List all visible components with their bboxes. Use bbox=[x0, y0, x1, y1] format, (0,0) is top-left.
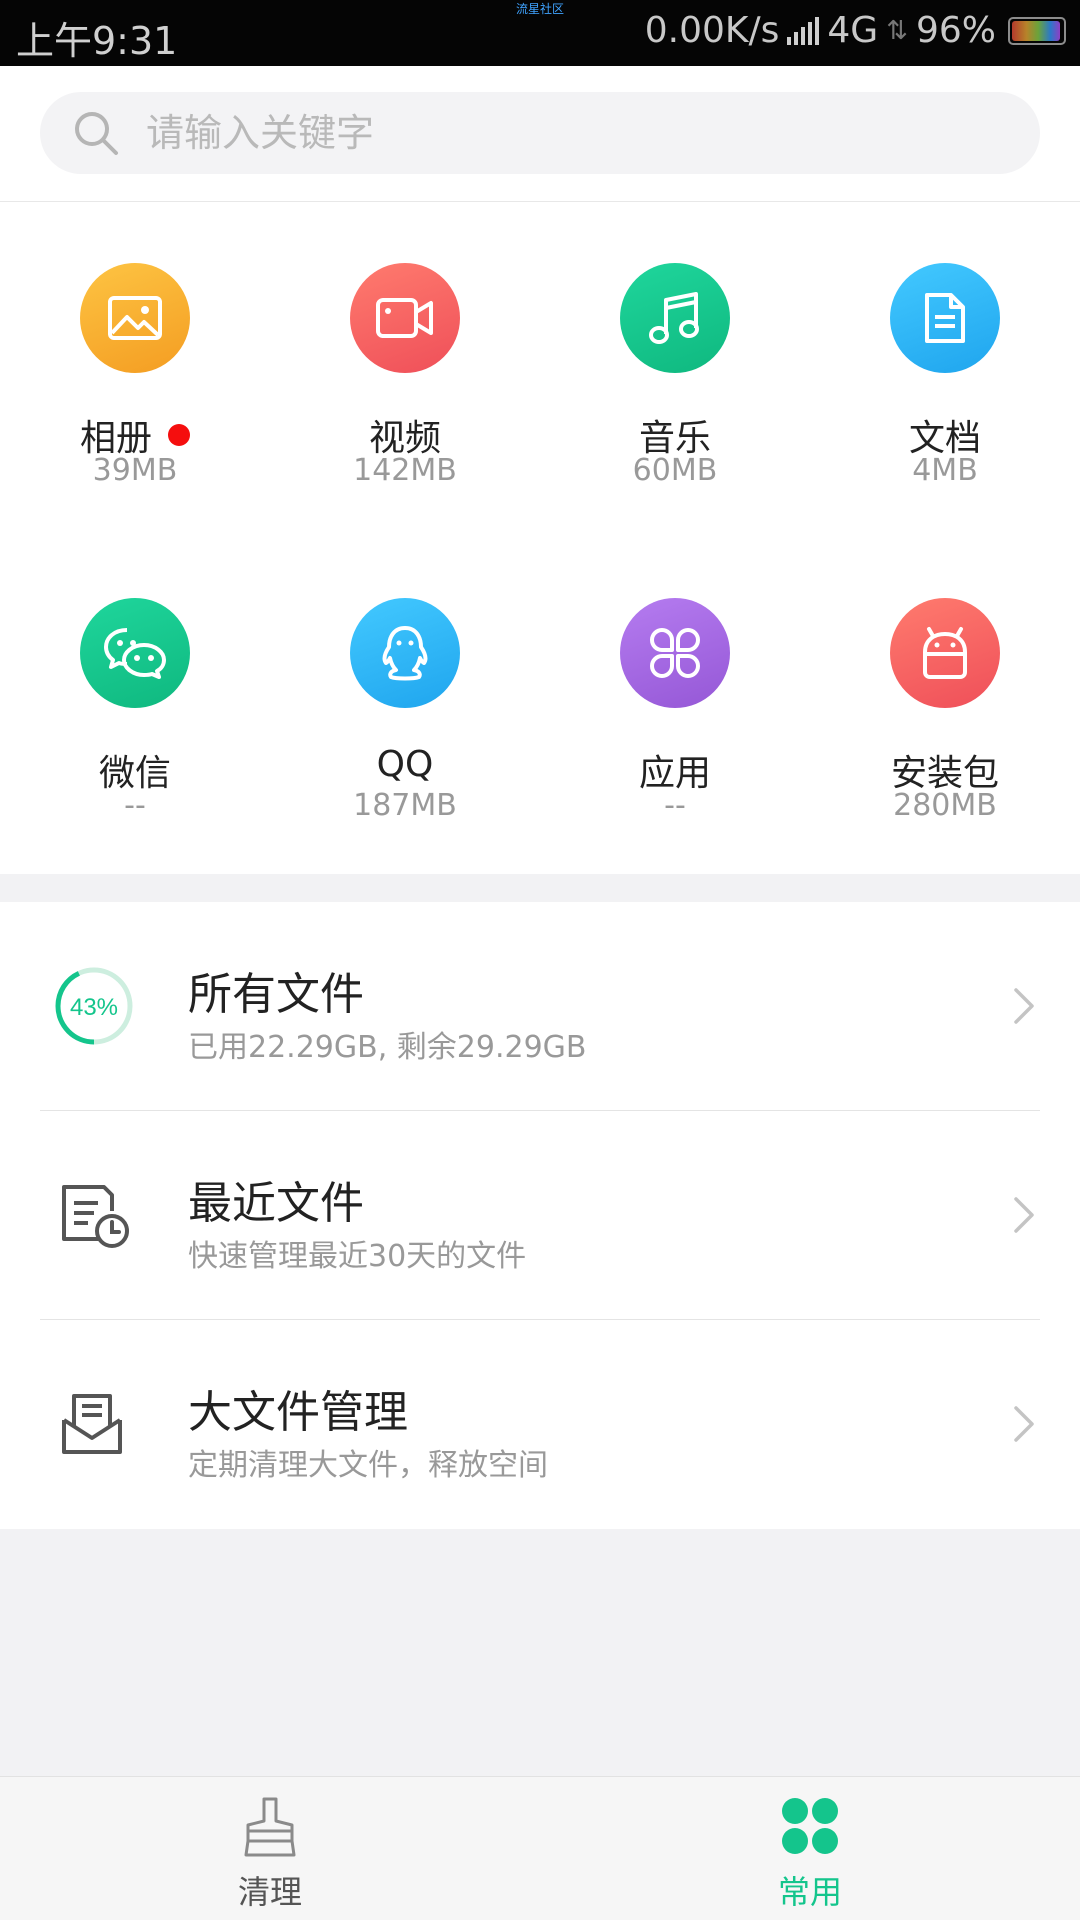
category-circle bbox=[620, 598, 730, 708]
category-circle bbox=[620, 263, 730, 373]
broom-icon bbox=[244, 1797, 296, 1857]
tab-common[interactable]: 常用 bbox=[540, 1777, 1080, 1920]
tab-clean[interactable]: 清理 bbox=[0, 1777, 540, 1920]
bottom-nav: 清理 常用 bbox=[0, 1776, 1080, 1920]
category-circle bbox=[890, 598, 1000, 708]
common-grid-icon bbox=[782, 1798, 838, 1854]
document-icon bbox=[925, 293, 965, 343]
category-circle bbox=[890, 263, 1000, 373]
row-title: 大文件管理 bbox=[188, 1387, 408, 1438]
search-input[interactable] bbox=[146, 111, 1006, 155]
category-name: QQ bbox=[376, 744, 434, 785]
row-subtitle: 已用22.29GB, 剩余29.29GB bbox=[188, 1030, 587, 1065]
category-apps[interactable]: 应用 -- bbox=[540, 598, 810, 898]
category-grid: 相册 39MB 视频 142MB 音乐 60MB 文档 4MB 微信 -- QQ… bbox=[0, 202, 1080, 874]
category-size: 4MB bbox=[912, 453, 978, 488]
category-size: -- bbox=[124, 788, 146, 823]
category-size: 187MB bbox=[353, 788, 457, 823]
category-circle bbox=[350, 263, 460, 373]
battery-level bbox=[1012, 20, 1060, 41]
category-documents[interactable]: 文档 4MB bbox=[810, 263, 1080, 563]
apps-icon bbox=[650, 628, 700, 678]
row-subtitle: 快速管理最近30天的文件 bbox=[188, 1239, 527, 1274]
category-circle bbox=[80, 598, 190, 708]
chevron-right-icon bbox=[1014, 988, 1034, 1024]
battery-icon bbox=[1008, 16, 1066, 45]
category-size: -- bbox=[664, 788, 686, 823]
category-wechat[interactable]: 微信 -- bbox=[0, 598, 270, 898]
qq-icon bbox=[382, 626, 428, 681]
tab-label: 清理 bbox=[237, 1873, 302, 1911]
row-title: 最近文件 bbox=[188, 1178, 364, 1229]
category-circle bbox=[350, 598, 460, 708]
recent-files-icon bbox=[62, 1185, 129, 1248]
data-arrows-icon: ⇅ bbox=[886, 15, 908, 46]
row-subtitle: 定期清理大文件，释放空间 bbox=[188, 1448, 548, 1483]
status-bar: 上午9:31 流星社区 0.00K/s 4G ⇅ 96% bbox=[0, 0, 1080, 66]
category-qq[interactable]: QQ 187MB bbox=[270, 598, 540, 898]
search-area bbox=[0, 66, 1080, 202]
battery-percent: 96% bbox=[915, 10, 996, 51]
category-size: 39MB bbox=[92, 453, 178, 488]
list-item-large-files[interactable]: 大文件管理 定期清理大文件，释放空间 bbox=[0, 1320, 1080, 1529]
category-photos[interactable]: 相册 39MB bbox=[0, 263, 270, 563]
tab-label: 常用 bbox=[777, 1873, 842, 1911]
status-indicators: 0.00K/s 4G ⇅ 96% bbox=[645, 10, 1066, 51]
android-icon bbox=[923, 627, 967, 679]
wechat-icon bbox=[104, 628, 166, 679]
status-time: 上午9:31 bbox=[16, 19, 178, 63]
storage-progress-icon: 43% bbox=[55, 967, 133, 1045]
category-size: 142MB bbox=[353, 453, 457, 488]
network-type: 4G bbox=[827, 10, 879, 51]
category-size: 280MB bbox=[893, 788, 997, 823]
search-icon bbox=[75, 112, 118, 155]
chevron-right-icon bbox=[1014, 1197, 1034, 1233]
category-videos[interactable]: 视频 142MB bbox=[270, 263, 540, 563]
large-files-icon bbox=[62, 1394, 122, 1454]
signal-icon bbox=[787, 16, 820, 45]
category-circle bbox=[80, 263, 190, 373]
list-item-recent-files[interactable]: 最近文件 快速管理最近30天的文件 bbox=[0, 1111, 1080, 1320]
photo-icon bbox=[108, 296, 162, 340]
category-packages[interactable]: 安装包 280MB bbox=[810, 598, 1080, 898]
search-box[interactable] bbox=[40, 92, 1040, 174]
category-size: 60MB bbox=[632, 453, 718, 488]
file-list: 43% 所有文件 已用22.29GB, 剩余29.29GB 最近文件 快速管理最… bbox=[0, 902, 1080, 1529]
row-title: 所有文件 bbox=[188, 969, 364, 1020]
category-music[interactable]: 音乐 60MB bbox=[540, 263, 810, 563]
net-speed: 0.00K/s bbox=[644, 10, 780, 51]
list-item-all-files[interactable]: 43% 所有文件 已用22.29GB, 剩余29.29GB bbox=[0, 902, 1080, 1111]
video-icon bbox=[376, 298, 433, 338]
new-badge-dot bbox=[168, 424, 190, 446]
progress-label: 43% bbox=[70, 994, 118, 1021]
music-icon bbox=[649, 292, 699, 344]
chevron-right-icon bbox=[1014, 1406, 1034, 1442]
